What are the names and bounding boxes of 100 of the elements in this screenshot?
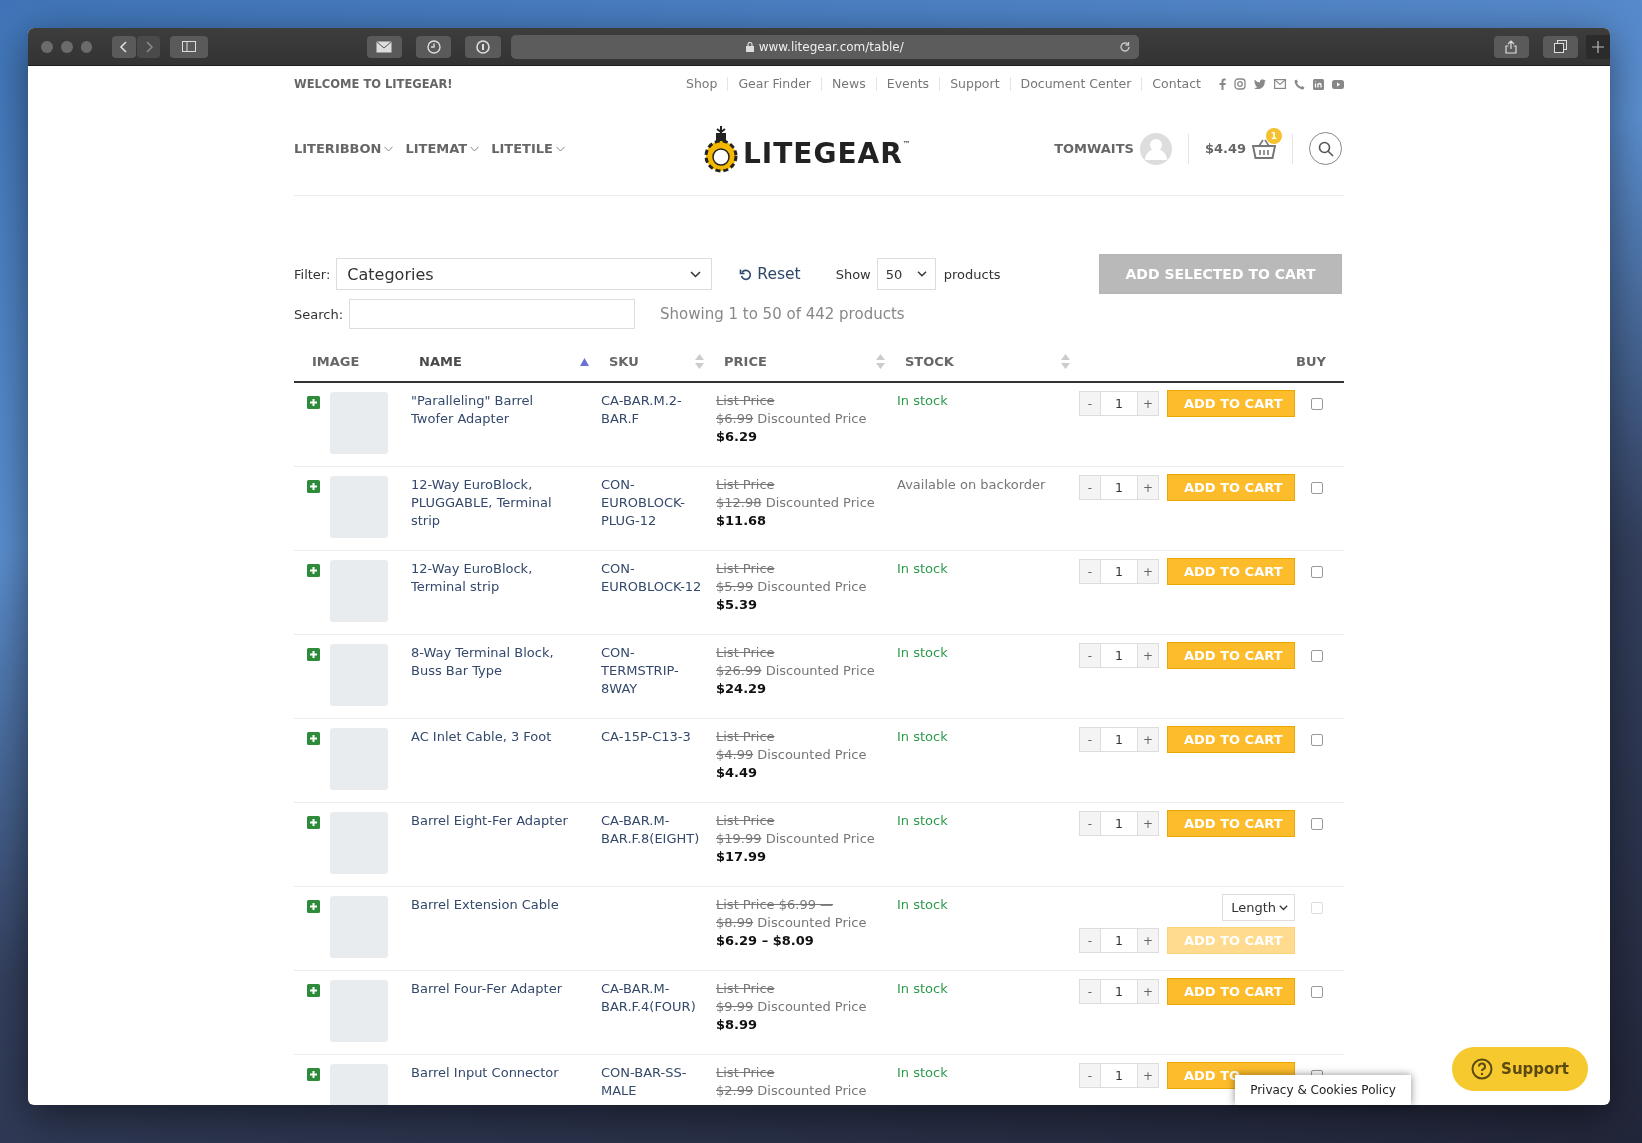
increase-quantity-button[interactable]: + (1138, 392, 1158, 415)
top-nav-link[interactable]: Gear Finder (727, 77, 821, 91)
decrease-quantity-button[interactable]: - (1080, 392, 1100, 415)
column-header[interactable]: IMAGE (312, 354, 360, 369)
caret-icon (384, 145, 394, 152)
password-button[interactable] (465, 35, 501, 58)
username-link[interactable]: TOMWAITS (1054, 141, 1134, 156)
sidebar-icon (182, 41, 197, 52)
increase-quantity-button[interactable]: + (1138, 476, 1158, 499)
decrease-quantity-button[interactable]: - (1080, 644, 1100, 667)
column-header[interactable]: STOCK (905, 354, 954, 369)
search-button[interactable] (1309, 132, 1342, 165)
product-name-link[interactable]: 12-Way EuroBlock, PLUGGABLE, Terminal strip (411, 476, 601, 530)
top-nav-link[interactable]: Document Center (1009, 77, 1142, 91)
select-checkbox[interactable] (1311, 817, 1323, 830)
zoom-window-icon[interactable] (80, 40, 93, 53)
product-name-link[interactable]: 8-Way Terminal Block, Buss Bar Type (411, 644, 601, 680)
circle-bar-icon (476, 39, 491, 54)
product-name-link[interactable]: Barrel Input Connector (411, 1064, 601, 1082)
select-checkbox[interactable] (1311, 481, 1323, 494)
increase-quantity-button[interactable]: + (1138, 728, 1158, 751)
sku-text: CON-TERMSTRIP-8WAY (601, 644, 680, 698)
phone-icon[interactable] (1294, 78, 1305, 90)
youtube-icon[interactable] (1332, 79, 1344, 89)
top-nav-link[interactable]: News (821, 77, 876, 91)
caret-icon (1279, 904, 1288, 911)
select-checkbox[interactable] (1311, 733, 1323, 746)
category-filter-select[interactable]: Categories (336, 258, 713, 290)
sidebar-button[interactable] (170, 35, 208, 58)
mail-button[interactable] (366, 35, 403, 58)
support-button[interactable]: Support (1452, 1047, 1588, 1091)
product-name-link[interactable]: AC Inlet Cable, 3 Foot (411, 728, 601, 746)
minimize-window-icon[interactable] (60, 40, 73, 53)
share-button[interactable] (1493, 35, 1530, 58)
lock-icon (745, 41, 754, 52)
increase-quantity-button[interactable]: + (1138, 560, 1158, 583)
expand-row-icon[interactable] (307, 648, 320, 661)
sku-text: CA-BAR.M.2-BAR.F (601, 392, 683, 428)
main-menu-item[interactable]: LITEMAT (405, 141, 480, 156)
close-window-icon[interactable] (41, 40, 53, 53)
stock-status: In stock (897, 813, 948, 828)
cart-total[interactable]: $4.49 (1204, 141, 1246, 156)
increase-quantity-button[interactable]: + (1138, 644, 1158, 667)
decrease-quantity-button[interactable]: - (1080, 812, 1100, 835)
top-nav-link[interactable]: Support (939, 77, 1010, 91)
decrease-quantity-button[interactable]: - (1080, 560, 1100, 583)
product-name-link[interactable]: 12-Way EuroBlock, Terminal strip (411, 560, 601, 596)
price-text: List Price $12.98 Discounted Price $11.68 (716, 476, 876, 530)
expand-row-icon[interactable] (307, 732, 320, 745)
mail-icon[interactable] (1274, 79, 1286, 89)
increase-quantity-button[interactable]: + (1138, 980, 1158, 1003)
product-name-link[interactable]: Barrel Four-Fer Adapter (411, 980, 601, 998)
top-nav-link[interactable]: Shop (675, 77, 728, 91)
back-button[interactable] (112, 35, 136, 58)
twitter-icon[interactable] (1254, 78, 1266, 90)
select-checkbox[interactable] (1311, 649, 1323, 662)
facebook-icon[interactable] (1219, 78, 1226, 90)
new-tab-button[interactable] (1586, 34, 1610, 59)
sort-ascending-icon[interactable] (580, 357, 589, 366)
expand-row-icon[interactable] (307, 480, 320, 493)
decrease-quantity-button[interactable]: - (1080, 980, 1100, 1003)
expand-row-icon[interactable] (307, 900, 320, 913)
trademark-mark: ™ (902, 140, 911, 149)
basket-icon[interactable] (1252, 137, 1276, 160)
reset-link[interactable]: Reset (739, 265, 801, 283)
expand-row-icon[interactable] (307, 1068, 320, 1081)
privacy-policy-toast[interactable]: Privacy & Cookies Policy (1235, 1075, 1411, 1105)
main-menu-item[interactable]: LITETILE (491, 141, 565, 156)
column-header[interactable]: PRICE (724, 354, 767, 369)
address-bar[interactable]: www.litegear.com/table/ (510, 34, 1139, 59)
history-button[interactable] (416, 35, 452, 58)
decrease-quantity-button[interactable]: - (1080, 1064, 1100, 1087)
forward-button[interactable] (136, 35, 161, 58)
product-name-link[interactable]: "Paralleling" Barrel Twofer Adapter (411, 392, 601, 428)
expand-row-icon[interactable] (307, 564, 320, 577)
select-checkbox[interactable] (1311, 985, 1323, 998)
column-header[interactable]: NAME (419, 354, 462, 369)
select-checkbox[interactable] (1311, 397, 1323, 410)
top-nav-link[interactable]: Events (875, 77, 940, 91)
tabs-button[interactable] (1543, 35, 1579, 58)
column-header[interactable]: SKU (609, 354, 639, 369)
increase-quantity-button[interactable]: + (1138, 1064, 1158, 1087)
expand-row-icon[interactable] (307, 396, 320, 409)
column-header[interactable]: BUY (1296, 354, 1326, 369)
expand-row-icon[interactable] (307, 816, 320, 829)
linkedin-icon[interactable] (1313, 78, 1324, 90)
reload-icon[interactable] (1118, 40, 1131, 53)
stock-status: In stock (897, 561, 948, 576)
search-field[interactable] (349, 299, 636, 329)
decrease-quantity-button[interactable]: - (1080, 728, 1100, 751)
expand-row-icon[interactable] (307, 984, 320, 997)
main-menu-item[interactable]: LITERIBBON (294, 141, 394, 156)
page-size-select[interactable]: 50 (876, 258, 936, 290)
decrease-quantity-button[interactable]: - (1080, 476, 1100, 499)
instagram-icon[interactable] (1234, 78, 1246, 90)
stock-status: Available on backorder (897, 477, 1046, 492)
select-checkbox[interactable] (1311, 565, 1323, 578)
product-name-link[interactable]: Barrel Eight-Fer Adapter (411, 812, 601, 830)
increase-quantity-button[interactable]: + (1138, 812, 1158, 835)
top-nav-link[interactable]: Contact (1141, 77, 1211, 91)
